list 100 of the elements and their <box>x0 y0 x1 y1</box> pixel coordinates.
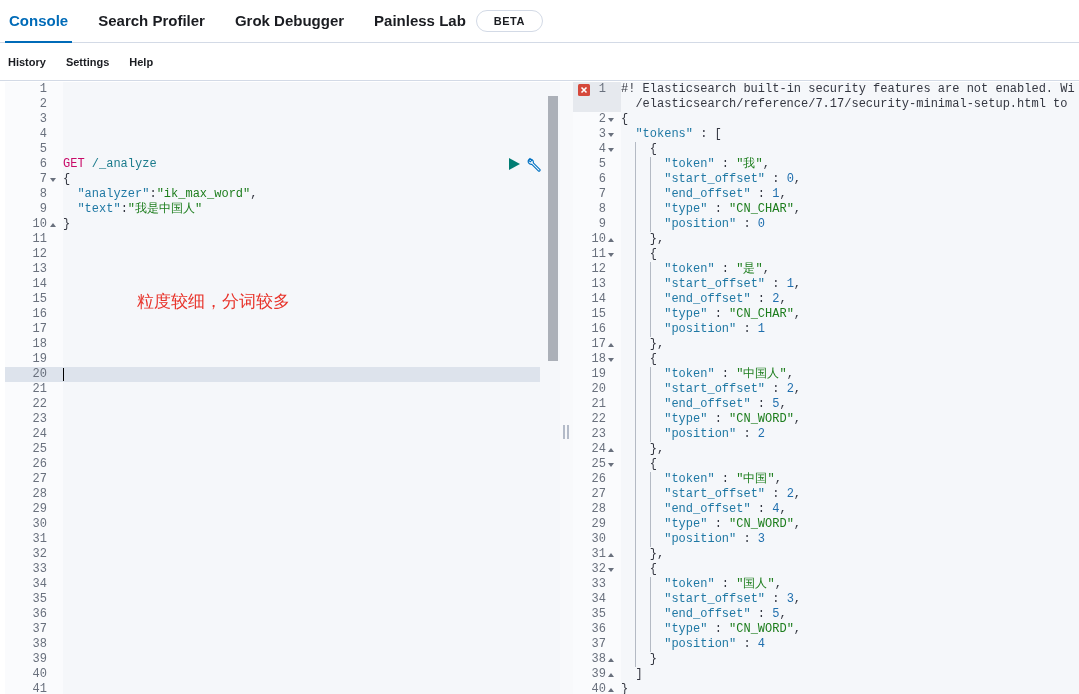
code-line: "start_offset" : 2, <box>664 487 802 501</box>
code-line: } <box>649 652 657 666</box>
line-number: 23 <box>32 412 47 427</box>
line-number: 22 <box>32 397 47 412</box>
error-icon <box>578 83 590 96</box>
fold-toggle-icon[interactable] <box>608 447 614 452</box>
line-number: 28 <box>590 502 606 517</box>
fold-toggle-icon[interactable] <box>608 657 614 662</box>
code-line: "end_offset" : 4, <box>664 502 787 516</box>
line-number: 16 <box>590 322 606 337</box>
resize-handle-icon[interactable] <box>563 425 569 439</box>
line-number: 33 <box>32 562 47 577</box>
code-line: }, <box>649 442 665 456</box>
line-number: 22 <box>590 412 606 427</box>
line-number: 9 <box>39 202 47 217</box>
line-number: 31 <box>590 547 606 562</box>
code-line: "type" : "CN_CHAR", <box>664 202 802 216</box>
code-line: } <box>63 217 71 232</box>
line-number: 25 <box>32 442 47 457</box>
tab[interactable]: Search Profiler <box>94 0 209 43</box>
line-number: 11 <box>590 247 606 262</box>
line-number: 5 <box>39 142 47 157</box>
code-line: { <box>649 142 657 156</box>
line-number: 25 <box>590 457 606 472</box>
line-number: 37 <box>32 622 47 637</box>
line-number: 27 <box>32 472 47 487</box>
line-number: 10 <box>590 232 606 247</box>
line-number: 27 <box>590 487 606 502</box>
menu-item[interactable]: Settings <box>59 55 116 68</box>
line-number: 9 <box>597 217 606 232</box>
line-number: 23 <box>590 427 606 442</box>
tab[interactable]: Console <box>5 0 73 43</box>
line-number: 32 <box>590 562 606 577</box>
line-number: 29 <box>32 502 47 517</box>
line-number: 8 <box>39 187 47 202</box>
code-line: #! Elasticsearch built-in security features are not enabled. Wi <box>621 82 1075 96</box>
code-line: }, <box>649 337 665 351</box>
tab[interactable]: Painless Lab <box>370 0 470 43</box>
line-number: 36 <box>590 622 606 637</box>
code-line: { <box>621 112 629 126</box>
fold-toggle-icon[interactable] <box>50 177 56 182</box>
fold-toggle-icon[interactable] <box>608 342 614 347</box>
line-number: 4 <box>597 142 606 157</box>
line-number: 29 <box>590 517 606 532</box>
tab[interactable]: Grok Debugger <box>230 0 349 43</box>
fold-toggle-icon[interactable] <box>608 117 614 122</box>
wrench-icon[interactable] <box>527 157 542 172</box>
line-number: 20 <box>32 367 47 382</box>
fold-toggle-icon[interactable] <box>50 222 56 227</box>
fold-toggle-icon[interactable] <box>608 147 614 152</box>
line-number: 13 <box>590 277 606 292</box>
code-line: "end_offset" : 1, <box>664 187 787 201</box>
line-number: 10 <box>32 217 47 232</box>
code-line: "position" : 1 <box>664 322 766 336</box>
menu-item[interactable]: Help <box>123 55 160 68</box>
code-line: "end_offset" : 2, <box>664 292 787 306</box>
line-number: 32 <box>32 547 47 562</box>
fold-toggle-icon[interactable] <box>608 567 614 572</box>
line-number: 30 <box>32 517 47 532</box>
menu-item[interactable]: History <box>2 55 52 68</box>
line-number: 39 <box>590 667 606 682</box>
line-number: 7 <box>39 172 47 187</box>
line-number: 35 <box>590 607 606 622</box>
code-line: "token" : "中国人", <box>664 367 794 381</box>
line-number: 24 <box>32 427 47 442</box>
line-number: 2 <box>597 112 606 127</box>
fold-toggle-icon[interactable] <box>608 237 614 242</box>
code-line: "text":"我是中国人" <box>77 202 203 217</box>
fold-toggle-icon[interactable] <box>608 357 614 362</box>
code-line: { <box>649 247 657 261</box>
line-number: 15 <box>590 307 606 322</box>
fold-toggle-icon[interactable] <box>608 552 614 557</box>
fold-toggle-icon[interactable] <box>608 462 614 467</box>
fold-toggle-icon[interactable] <box>608 672 614 677</box>
line-number: 19 <box>32 352 47 367</box>
text-cursor <box>63 368 64 381</box>
code-line: "tokens" : [ <box>635 127 722 141</box>
line-number: 40 <box>590 682 606 694</box>
code-line: "position" : 3 <box>664 532 766 546</box>
line-number: 19 <box>590 367 606 382</box>
line-number: 38 <box>590 652 606 667</box>
fold-toggle-icon[interactable] <box>608 687 614 692</box>
code-line: "position" : 4 <box>664 637 766 651</box>
line-number: 33 <box>590 577 606 592</box>
scrollbar-thumb[interactable] <box>548 96 558 361</box>
fold-toggle-icon[interactable] <box>608 252 614 257</box>
play-icon[interactable] <box>509 158 520 170</box>
line-number: 21 <box>590 397 606 412</box>
code-line: } <box>621 682 629 694</box>
code-line: "start_offset" : 3, <box>664 592 802 606</box>
line-number: 16 <box>32 307 47 322</box>
request-editor[interactable]: 1 2 3 4 5 6 GET /_analyze 7 { 8 "analyzer":"ik_max_word", 9 "text":"我是中国人" 10 } 11 12 13 14 15 16 17 18 19 20 21 22 23 24 25 26 27 28 29 30 31 32 33 34 35 36 37 38 39 40 41 粒度较细，分词较多 <box>5 82 560 694</box>
line-number: 14 <box>590 292 606 307</box>
fold-toggle-icon[interactable] <box>608 132 614 137</box>
code-line: "end_offset" : 5, <box>664 607 787 621</box>
line-number: 14 <box>32 277 47 292</box>
line-number: 17 <box>32 322 47 337</box>
code-line: }, <box>649 547 665 561</box>
line-number: 8 <box>597 202 606 217</box>
line-number: 13 <box>32 262 47 277</box>
